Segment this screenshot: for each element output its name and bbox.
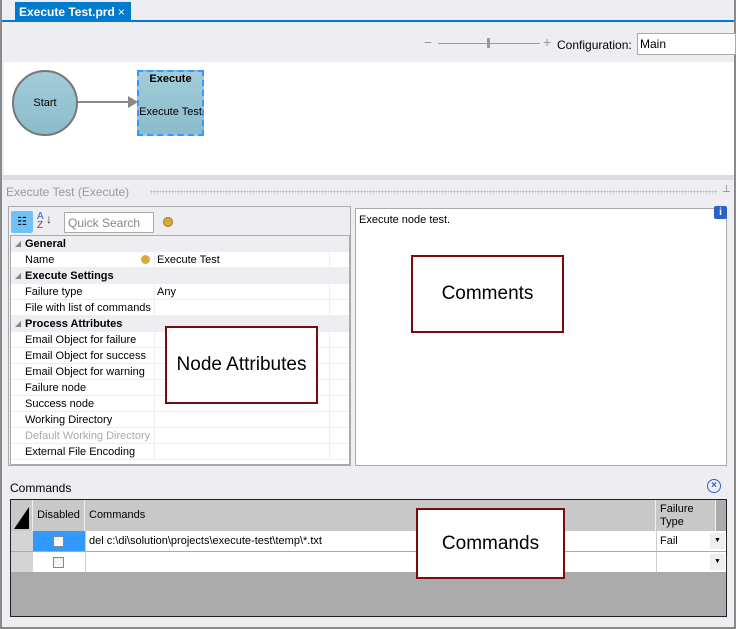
dropdown-arrow-icon[interactable]: ▼ <box>710 533 725 549</box>
property-row[interactable]: Failure type Any <box>11 284 349 300</box>
disabled-cell[interactable] <box>33 552 85 573</box>
pin-icon[interactable]: ⊥ <box>722 184 731 195</box>
category-general[interactable]: ◢ General <box>11 236 349 252</box>
tab-label: Execute Test.prd <box>19 5 115 19</box>
execute-node-type: Execute <box>149 73 192 85</box>
start-node[interactable]: Start <box>12 70 78 136</box>
disabled-cell[interactable] <box>33 531 85 552</box>
column-header-failure-type[interactable]: Failure Type <box>656 500 716 531</box>
resource-icon[interactable] <box>163 217 173 227</box>
commands-grid: Disabled Commands Failure Type del c:\di… <box>10 499 727 617</box>
property-row[interactable]: External File Encoding <box>11 444 349 460</box>
property-row: Default Working Directory <box>11 428 349 444</box>
configuration-label: Configuration: <box>557 38 632 52</box>
start-node-label: Start <box>33 97 57 109</box>
splitter[interactable] <box>2 175 734 180</box>
annotation-node-attributes: Node Attributes <box>165 326 318 404</box>
panel-title: Execute Test (Execute) <box>6 185 130 199</box>
disabled-checkbox[interactable] <box>53 536 64 547</box>
disabled-checkbox[interactable] <box>53 557 64 568</box>
execute-node-name: Execute Test <box>139 106 202 118</box>
category-label: General <box>25 238 66 250</box>
quick-search-input[interactable]: Quick Search <box>64 212 154 233</box>
category-label: Execute Settings <box>25 270 114 282</box>
property-name: Email Object for success <box>25 350 147 362</box>
property-name: Email Object for warning <box>25 366 145 378</box>
property-value[interactable] <box>154 412 330 428</box>
collapse-icon[interactable]: ◢ <box>15 236 21 252</box>
failure-type-value: Fail <box>660 535 678 547</box>
close-icon[interactable]: × <box>118 5 125 19</box>
close-icon[interactable]: × <box>707 479 721 493</box>
property-name: Success node <box>25 398 95 410</box>
property-name: Failure node <box>25 382 87 394</box>
annotation-comments: Comments <box>411 255 564 333</box>
property-value[interactable] <box>154 444 330 460</box>
failure-type-cell[interactable]: Fail ▼ <box>656 531 726 552</box>
tab-execute-test[interactable]: Execute Test.prd × <box>15 2 131 22</box>
connector-arrow <box>78 101 130 103</box>
commands-label: Commands <box>10 481 72 495</box>
property-row[interactable]: Name Execute Test <box>11 252 349 268</box>
property-value[interactable]: Execute Test <box>154 252 330 268</box>
property-name: External File Encoding <box>25 446 136 458</box>
dropdown-arrow-icon[interactable]: ▼ <box>710 554 725 570</box>
categorized-view-icon[interactable]: ☷ <box>11 211 33 233</box>
column-header-commands[interactable]: Commands <box>85 500 656 531</box>
resource-icon[interactable] <box>141 255 150 264</box>
zoom-in-icon[interactable]: + <box>543 34 551 50</box>
comments-text: Execute node test. <box>359 214 451 226</box>
comments-textarea[interactable]: Execute node test. <box>355 208 727 466</box>
failure-type-cell[interactable]: ▼ <box>656 552 726 573</box>
property-name: Working Directory <box>25 414 113 426</box>
property-name: Failure type <box>25 286 83 298</box>
category-execute-settings[interactable]: ◢ Execute Settings <box>11 268 349 284</box>
configuration-input[interactable]: Main <box>637 33 736 55</box>
info-icon[interactable]: i <box>714 206 727 219</box>
property-value <box>154 428 330 444</box>
zoom-out-icon[interactable]: − <box>424 34 432 50</box>
alphabetical-sort-icon[interactable]: A Z ↓ <box>37 212 52 231</box>
command-cell[interactable] <box>85 552 656 573</box>
row-header[interactable] <box>11 531 33 552</box>
property-value[interactable] <box>154 300 330 316</box>
property-name: Default Working Directory <box>25 430 151 442</box>
panel-grip <box>150 190 718 194</box>
collapse-icon[interactable]: ◢ <box>15 316 21 332</box>
column-header-disabled[interactable]: Disabled <box>33 500 85 531</box>
execute-node[interactable]: Execute Execute Test <box>137 70 204 136</box>
diagram-canvas[interactable] <box>4 62 734 175</box>
command-cell[interactable]: del c:\di\solution\projects\execute-test… <box>85 531 656 552</box>
property-row[interactable]: Working Directory <box>11 412 349 428</box>
category-label: Process Attributes <box>25 318 123 330</box>
property-name: File with list of commands <box>25 302 151 314</box>
zoom-slider-thumb[interactable] <box>487 38 490 48</box>
select-all-corner[interactable] <box>11 500 33 531</box>
row-header[interactable] <box>11 552 33 573</box>
property-name: Name <box>25 254 55 266</box>
property-value[interactable]: Any <box>154 284 330 300</box>
property-row[interactable]: File with list of commands <box>11 300 349 316</box>
annotation-commands: Commands <box>416 508 565 579</box>
property-name: Email Object for failure <box>25 334 137 346</box>
collapse-icon[interactable]: ◢ <box>15 268 21 284</box>
